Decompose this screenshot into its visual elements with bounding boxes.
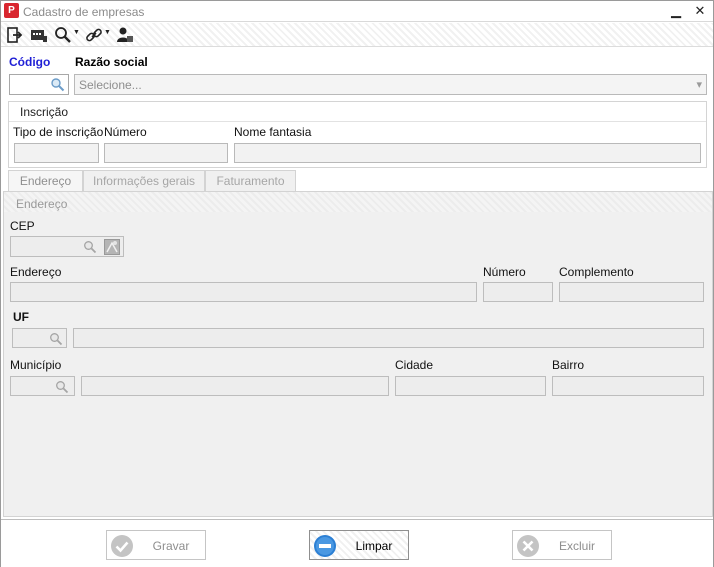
razao-social-select[interactable]: Selecione... ▾	[74, 74, 707, 95]
link-icon[interactable]	[85, 26, 103, 44]
numero-inscricao-field[interactable]	[104, 143, 228, 163]
tab-endereco[interactable]: Endereço	[8, 170, 83, 192]
window: P Cadastro de empresas ▁ ✕ ▼ ▼ Código Ra…	[0, 0, 714, 567]
numero-field[interactable]	[483, 282, 553, 302]
user-card-icon[interactable]	[116, 26, 134, 44]
toolbar: ▼ ▼	[1, 23, 713, 47]
check-icon	[111, 535, 133, 557]
endereco-label: Endereço	[10, 265, 62, 279]
cep-search-icon[interactable]	[83, 240, 97, 254]
minimize-button[interactable]: ▁	[667, 2, 685, 20]
endereco-tab-panel: Endereço CEP Endereço Número Complemento…	[3, 191, 713, 517]
nome-fantasia-field[interactable]	[234, 143, 701, 163]
excluir-button[interactable]: Excluir	[512, 530, 612, 560]
close-button[interactable]: ✕	[691, 2, 709, 20]
gravar-button[interactable]: Gravar	[106, 530, 206, 560]
inscricao-divider	[9, 121, 706, 122]
link-dropdown-caret-icon[interactable]: ▼	[104, 29, 111, 36]
tipo-inscricao-field[interactable]	[14, 143, 99, 163]
codigo-label: Código	[9, 55, 51, 69]
bairro-label: Bairro	[552, 358, 585, 372]
tab-informacoes-gerais[interactable]: Informações gerais	[83, 170, 205, 191]
window-title: Cadastro de empresas	[23, 5, 145, 19]
endereco-section-title: Endereço	[16, 197, 68, 211]
inscricao-title: Inscrição	[20, 105, 69, 119]
limpar-label: Limpar	[355, 539, 393, 553]
cidade-label: Cidade	[395, 358, 434, 372]
inscricao-group: Inscrição Tipo de inscrição Número Nome …	[8, 101, 707, 168]
minus-circle-icon	[314, 535, 336, 557]
codigo-input[interactable]	[9, 74, 69, 95]
municipio-field[interactable]	[10, 376, 75, 396]
tab-faturamento[interactable]: Faturamento	[205, 170, 296, 191]
footer-bar: Gravar Limpar Excluir	[1, 519, 713, 567]
uf-nome-field[interactable]	[73, 328, 704, 348]
municipio-label: Município	[10, 358, 62, 372]
delete-icon	[517, 535, 539, 557]
title-bar: P Cadastro de empresas ▁ ✕	[1, 1, 713, 22]
card-reader-icon[interactable]	[30, 26, 48, 44]
search-icon[interactable]	[54, 26, 72, 44]
chevron-down-icon[interactable]: ▾	[696, 78, 702, 91]
endereco-section-header	[4, 192, 712, 212]
municipio-search-icon[interactable]	[55, 380, 69, 394]
uf-field[interactable]	[12, 328, 67, 348]
complemento-field[interactable]	[559, 282, 704, 302]
nome-fantasia-label: Nome fantasia	[234, 125, 312, 139]
cep-field[interactable]	[10, 236, 124, 257]
tipo-inscricao-label: Tipo de inscrição	[13, 125, 104, 139]
map-icon[interactable]	[104, 239, 120, 255]
complemento-label: Complemento	[559, 265, 634, 279]
uf-search-icon[interactable]	[49, 332, 63, 346]
municipio-nome-field[interactable]	[81, 376, 389, 396]
numero-label: Número	[483, 265, 526, 279]
codigo-search-icon[interactable]	[50, 77, 65, 92]
razao-social-placeholder: Selecione...	[79, 78, 142, 92]
search-dropdown-caret-icon[interactable]: ▼	[73, 29, 80, 36]
exit-icon[interactable]	[7, 26, 23, 44]
limpar-button[interactable]: Limpar	[309, 530, 409, 560]
app-logo-icon: P	[4, 3, 19, 18]
numero-inscricao-label: Número	[104, 125, 147, 139]
excluir-label: Excluir	[558, 539, 595, 553]
razao-social-label: Razão social	[75, 55, 148, 69]
gravar-label: Gravar	[152, 539, 190, 553]
endereco-field[interactable]	[10, 282, 477, 302]
cep-label: CEP	[10, 219, 35, 233]
uf-label: UF	[13, 310, 29, 324]
bairro-field[interactable]	[552, 376, 704, 396]
cidade-field[interactable]	[395, 376, 546, 396]
